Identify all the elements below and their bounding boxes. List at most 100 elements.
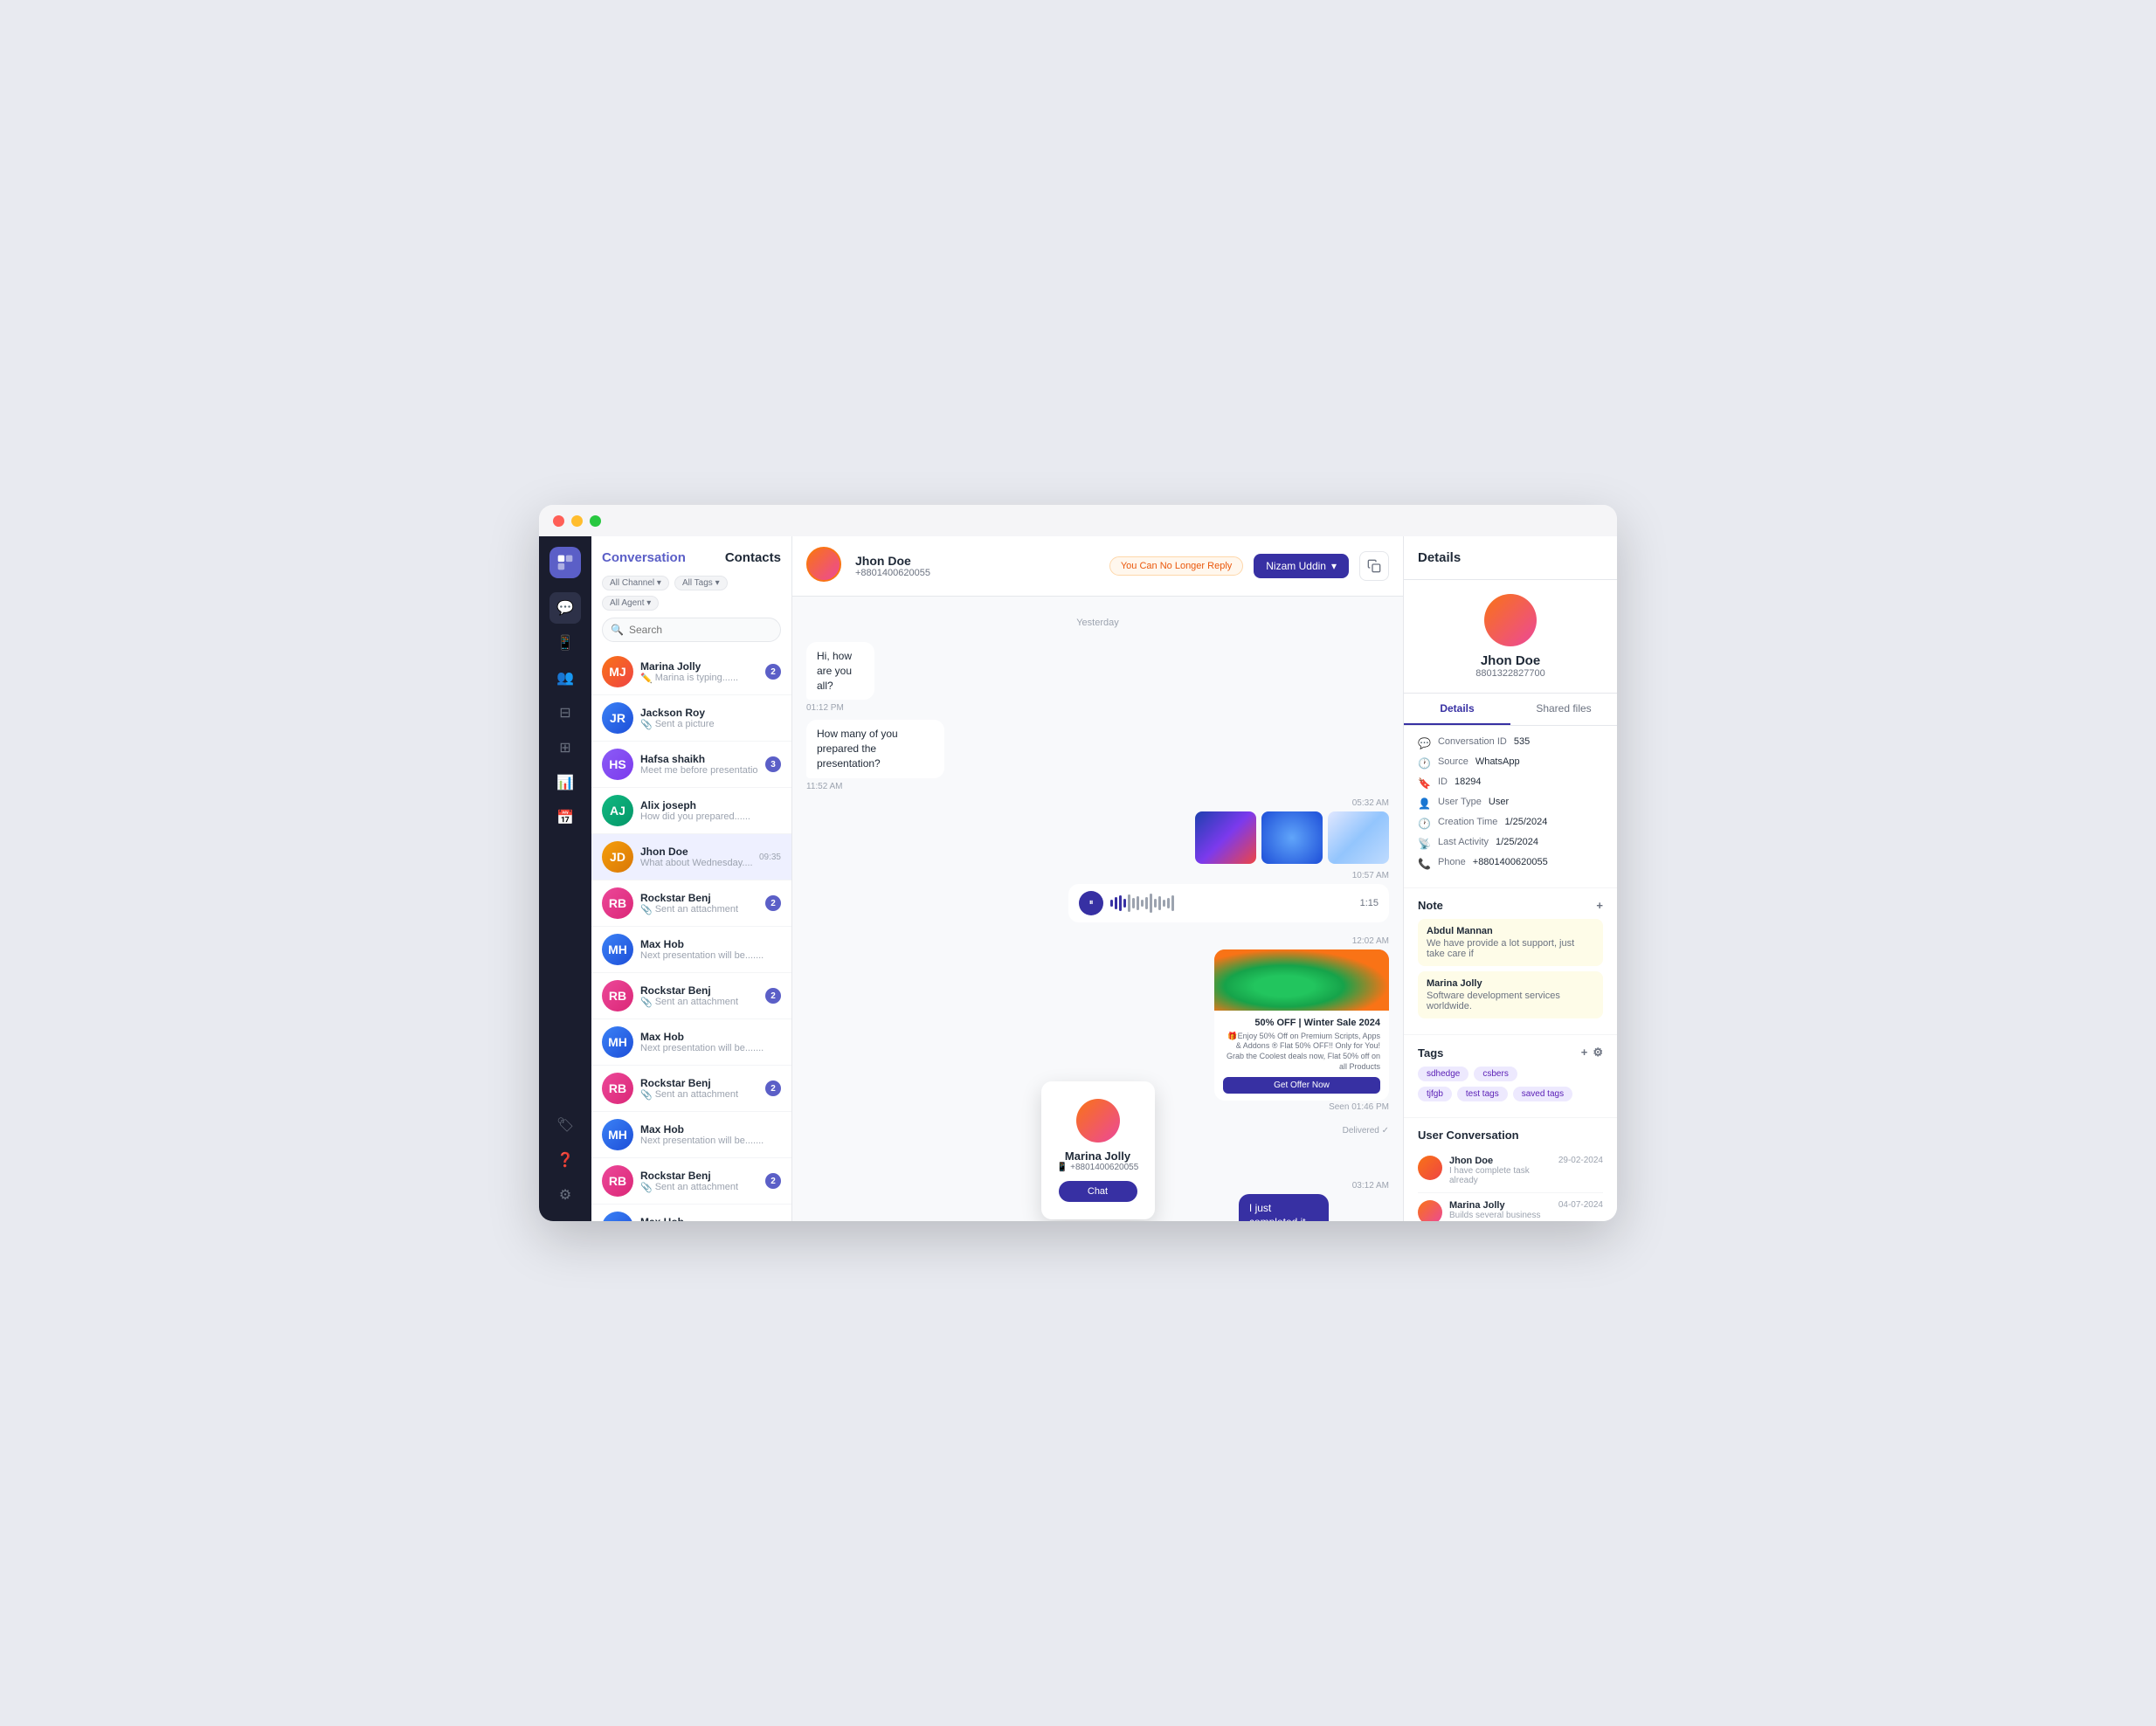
detail-value-creation: 1/25/2024 — [1504, 817, 1547, 827]
copy-icon-button[interactable] — [1359, 551, 1389, 581]
conv-name: Max Hob — [640, 1216, 774, 1221]
nav-icon-contacts[interactable]: 👥 — [549, 662, 581, 694]
nav-icon-grid[interactable]: ⊞ — [549, 732, 581, 763]
tags-title: Tags — [1418, 1046, 1443, 1060]
unread-badge: 2 — [765, 1080, 781, 1096]
tag-sdhedge[interactable]: sdhedge — [1418, 1067, 1468, 1081]
tab-details[interactable]: Details — [1404, 694, 1510, 725]
conv-time: 09:35 — [759, 853, 781, 862]
conversation-item[interactable]: JD Jhon Doe What about Wednesday....... … — [591, 834, 791, 880]
filter-all-tags[interactable]: All Tags ▾ — [674, 576, 728, 590]
nav-icon-chat[interactable]: 💬 — [549, 592, 581, 624]
nav-icon-calendar[interactable]: 📅 — [549, 802, 581, 833]
outgoing-message-text: I just completed it last night. — [1239, 1194, 1329, 1221]
conv-meta: 2 — [765, 895, 781, 911]
conv-info: Rockstar Benj 📎Sent an attachment — [640, 1170, 758, 1193]
play-button[interactable]: ⏸ — [1079, 891, 1103, 915]
filter-all-channel[interactable]: All Channel ▾ — [602, 576, 669, 590]
wave-bar — [1119, 895, 1122, 911]
nav-icon-reports[interactable]: 📊 — [549, 767, 581, 798]
nav-icon-settings[interactable]: ⚙ — [549, 1179, 581, 1211]
popup-phone-text: +8801400620055 — [1070, 1163, 1138, 1172]
user-conv-item-1[interactable]: Jhon Doe I have complete task already 29… — [1418, 1149, 1603, 1193]
phone-icon: 📞 — [1418, 858, 1431, 870]
conversation-panel: Conversation Contacts All Channel ▾ All … — [591, 536, 792, 1221]
audio-duration: 1:15 — [1360, 898, 1379, 908]
assign-label: Nizam Uddin — [1266, 560, 1326, 572]
conv-preview: What about Wednesday....... — [640, 858, 752, 868]
tab-shared-files[interactable]: Shared files — [1510, 694, 1617, 725]
media-thumb-2[interactable] — [1261, 811, 1323, 864]
search-input[interactable] — [602, 618, 781, 642]
conversation-item[interactable]: MH Max Hob Next presentation will be....… — [591, 1019, 791, 1066]
message-row: Hi, how are you all? 01:12 PM — [806, 642, 1389, 713]
message-time: 01:12 PM — [806, 703, 919, 713]
filter-all-agent[interactable]: All Agent ▾ — [602, 596, 659, 611]
detail-row-phone: 📞 Phone +8801400620055 — [1418, 857, 1603, 870]
conversation-item[interactable]: HS Hafsa shaikh Meet me before presentat… — [591, 742, 791, 788]
conv-info: Rockstar Benj 📎Sent an attachment — [640, 892, 758, 915]
clock-icon: 🕐 — [1418, 818, 1431, 830]
detail-value-source: WhatsApp — [1475, 756, 1520, 767]
outgoing-message-wrapper: 03:12 AM I just completed it last night.… — [1239, 1181, 1389, 1221]
message-bubble-incoming-2: How many of you prepared the presentatio… — [806, 720, 1037, 791]
search-icon: 🔍 — [611, 624, 624, 636]
outgoing-time: 03:12 AM — [1239, 1181, 1389, 1191]
wave-bar — [1167, 898, 1170, 908]
conversation-item[interactable]: AJ Alix joseph How did you prepared.....… — [591, 788, 791, 834]
popup-chat-button[interactable]: Chat — [1059, 1181, 1137, 1202]
chat-header: Jhon Doe +8801400620055 You Can No Longe… — [792, 536, 1403, 597]
chat-header-avatar-wrapper — [806, 547, 845, 585]
tag-test-tags[interactable]: test tags — [1457, 1087, 1508, 1101]
tag-tjfgb[interactable]: tjfgb — [1418, 1087, 1452, 1101]
conv-info: Max Hob Next presentation will be....... — [640, 1031, 774, 1053]
conversation-item[interactable]: MJ Marina Jolly ✏️Marina is typing......… — [591, 649, 791, 695]
conv-avatar: RB — [602, 887, 633, 919]
add-tag-icon[interactable]: + — [1581, 1046, 1588, 1060]
unread-badge: 3 — [765, 756, 781, 772]
conv-name: Rockstar Benj — [640, 984, 758, 997]
audio-message: ⏸ — [1068, 884, 1389, 922]
detail-label-id: ID — [1438, 777, 1448, 787]
note-card-2: Marina Jolly Software development servic… — [1418, 971, 1603, 1018]
user-conv-item-2[interactable]: Marina Jolly Builds several business suc… — [1418, 1193, 1603, 1221]
maximize-btn[interactable] — [590, 515, 601, 527]
conv-name: Max Hob — [640, 1031, 774, 1043]
user-conv-info-1: Jhon Doe I have complete task already — [1449, 1156, 1551, 1185]
no-reply-badge: You Can No Longer Reply — [1109, 556, 1243, 576]
conversation-item[interactable]: RB Rockstar Benj 📎Sent an attachment 2 — [591, 880, 791, 927]
user-conv-avatar-2 — [1418, 1200, 1442, 1221]
tag-csbers[interactable]: csbers — [1474, 1067, 1517, 1081]
nav-icon-help[interactable]: ❓ — [549, 1144, 581, 1176]
conversation-item[interactable]: RB Rockstar Benj 📎Sent an attachment 2 — [591, 1066, 791, 1112]
conversation-item[interactable]: MH Max Hob Next presentation will be....… — [591, 927, 791, 973]
close-btn[interactable] — [553, 515, 564, 527]
unread-badge: 2 — [765, 895, 781, 911]
conversation-list: MJ Marina Jolly ✏️Marina is typing......… — [591, 649, 791, 1221]
nav-icon-labels[interactable]: 🏷 — [549, 1109, 581, 1141]
tags-actions: + ⚙ — [1581, 1046, 1603, 1060]
conv-avatar: JR — [602, 702, 633, 734]
media-thumb-3[interactable] — [1328, 811, 1389, 864]
conversation-item[interactable]: MH Max Hob Next presentation will be....… — [591, 1205, 791, 1221]
add-note-icon[interactable]: + — [1596, 899, 1603, 912]
app-window: 💬 📱 👥 ⊟ ⊞ 📊 📅 🏷 ❓ ⚙ Conversation Contact… — [539, 505, 1617, 1221]
nav-icon-phone[interactable]: 📱 — [549, 627, 581, 659]
tag-settings-icon[interactable]: ⚙ — [1593, 1046, 1603, 1060]
titlebar — [539, 505, 1617, 536]
promo-offer-button[interactable]: Get Offer Now — [1223, 1077, 1380, 1094]
media-thumb-1[interactable] — [1195, 811, 1256, 864]
unread-badge: 2 — [765, 1173, 781, 1189]
conversation-item[interactable]: MH Max Hob Next presentation will be....… — [591, 1112, 791, 1158]
nav-icon-table[interactable]: ⊟ — [549, 697, 581, 728]
conversation-item[interactable]: RB Rockstar Benj 📎Sent an attachment 2 — [591, 1158, 791, 1205]
tag-saved-tags[interactable]: saved tags — [1513, 1087, 1572, 1101]
details-profile: Jhon Doe 8801322827700 — [1404, 580, 1617, 694]
conversation-item[interactable]: RB Rockstar Benj 📎Sent an attachment 2 — [591, 973, 791, 1019]
media-row — [806, 811, 1389, 864]
user-conv-avatar-1 — [1418, 1156, 1442, 1180]
wave-bar — [1123, 899, 1126, 908]
minimize-btn[interactable] — [571, 515, 583, 527]
conversation-item[interactable]: JR Jackson Roy 📎Sent a picture — [591, 695, 791, 742]
assign-button[interactable]: Nizam Uddin ▾ — [1254, 554, 1349, 578]
